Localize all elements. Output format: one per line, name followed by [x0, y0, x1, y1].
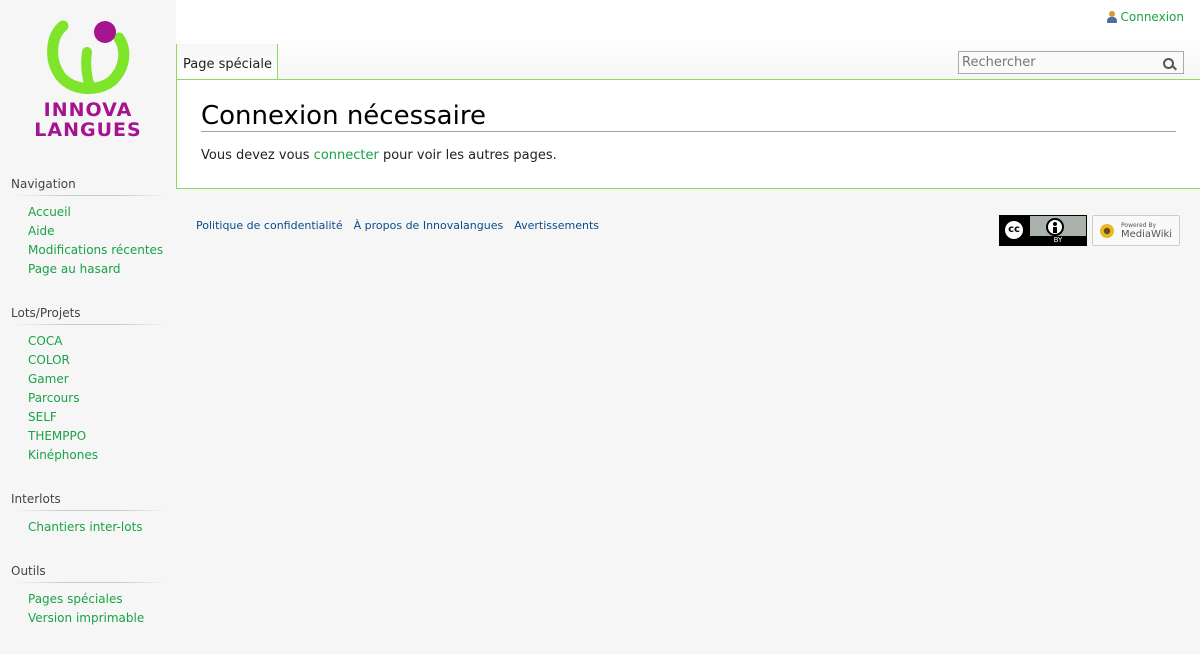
login-link[interactable]: Connexion	[1106, 10, 1185, 24]
login-label: Connexion	[1120, 10, 1185, 24]
sidebar-item-accueil[interactable]: Accueil	[28, 203, 166, 222]
tab-special-page[interactable]: Page spéciale	[176, 44, 278, 80]
sidebar-item-self[interactable]: SELF	[28, 408, 166, 427]
powered-by-mediawiki-badge[interactable]: Powered By MediaWiki	[1092, 215, 1180, 246]
logo-text-line2: LANGUES	[34, 119, 142, 141]
logo-mark-icon	[47, 20, 130, 95]
site-logo[interactable]: INNOVA LANGUES	[33, 18, 143, 142]
search-input[interactable]	[959, 52, 1152, 73]
search-icon[interactable]	[1163, 58, 1177, 72]
sidebar-outils: Outils Pages spéciales Version imprimabl…	[11, 564, 166, 628]
user-icon	[1106, 11, 1117, 23]
sidebar-lots-projets: Lots/Projets COCA COLOR Gamer Parcours S…	[11, 306, 166, 465]
sidebar-item-recent-changes[interactable]: Modifications récentes	[28, 241, 166, 260]
footer-link-privacy[interactable]: Politique de confidentialité	[196, 219, 343, 232]
main-content: Connexion nécessaire Vous devez vous con…	[176, 79, 1200, 189]
sidebar-item-special-pages[interactable]: Pages spéciales	[28, 590, 166, 609]
cc-badge-label: BY	[1053, 236, 1063, 244]
tab-label: Page spéciale	[183, 57, 272, 72]
sidebar-navigation: Navigation Accueil Aide Modifications ré…	[11, 177, 166, 279]
page-title: Connexion nécessaire	[201, 100, 1176, 132]
logo-text-line1: INNOVA	[43, 99, 133, 121]
sidebar-item-kinephones[interactable]: Kinéphones	[28, 446, 166, 465]
sidebar-item-printable[interactable]: Version imprimable	[28, 609, 166, 628]
sidebar-heading-interlots: Interlots	[11, 492, 166, 512]
cc-icon: cc	[1003, 219, 1025, 241]
sidebar-heading-lots: Lots/Projets	[11, 306, 166, 326]
sidebar-item-color[interactable]: COLOR	[28, 351, 166, 370]
sidebar-heading-outils: Outils	[11, 564, 166, 584]
footer-link-disclaimers[interactable]: Avertissements	[514, 219, 599, 232]
body-text-after: pour voir les autres pages.	[378, 148, 557, 163]
sidebar-item-chantiers[interactable]: Chantiers inter-lots	[28, 518, 166, 537]
footer-link-about[interactable]: À propos de Innovalangues	[354, 219, 504, 232]
search-box	[958, 51, 1184, 74]
mediawiki-flower-icon	[1100, 224, 1114, 238]
attribution-icon	[1046, 218, 1064, 236]
sidebar-item-gamer[interactable]: Gamer	[28, 370, 166, 389]
body-text: Vous devez vous connecter pour voir les …	[201, 148, 557, 163]
sidebar-item-parcours[interactable]: Parcours	[28, 389, 166, 408]
sidebar-heading-navigation: Navigation	[11, 177, 166, 197]
cc-by-badge[interactable]: cc BY	[999, 215, 1087, 246]
sidebar-item-coca[interactable]: COCA	[28, 332, 166, 351]
body-text-before: Vous devez vous	[201, 148, 314, 163]
sidebar-item-random-page[interactable]: Page au hasard	[28, 260, 166, 279]
sidebar-item-themppo[interactable]: THEMPPO	[28, 427, 166, 446]
sidebar-item-aide[interactable]: Aide	[28, 222, 166, 241]
sidebar-interlots: Interlots Chantiers inter-lots	[11, 492, 166, 537]
mediawiki-badge-big-text: MediaWiki	[1121, 229, 1173, 240]
footer-links: Politique de confidentialité À propos de…	[196, 219, 599, 232]
mediawiki-badge-small-text: Powered By	[1121, 222, 1157, 229]
login-inline-link[interactable]: connecter	[314, 148, 379, 163]
